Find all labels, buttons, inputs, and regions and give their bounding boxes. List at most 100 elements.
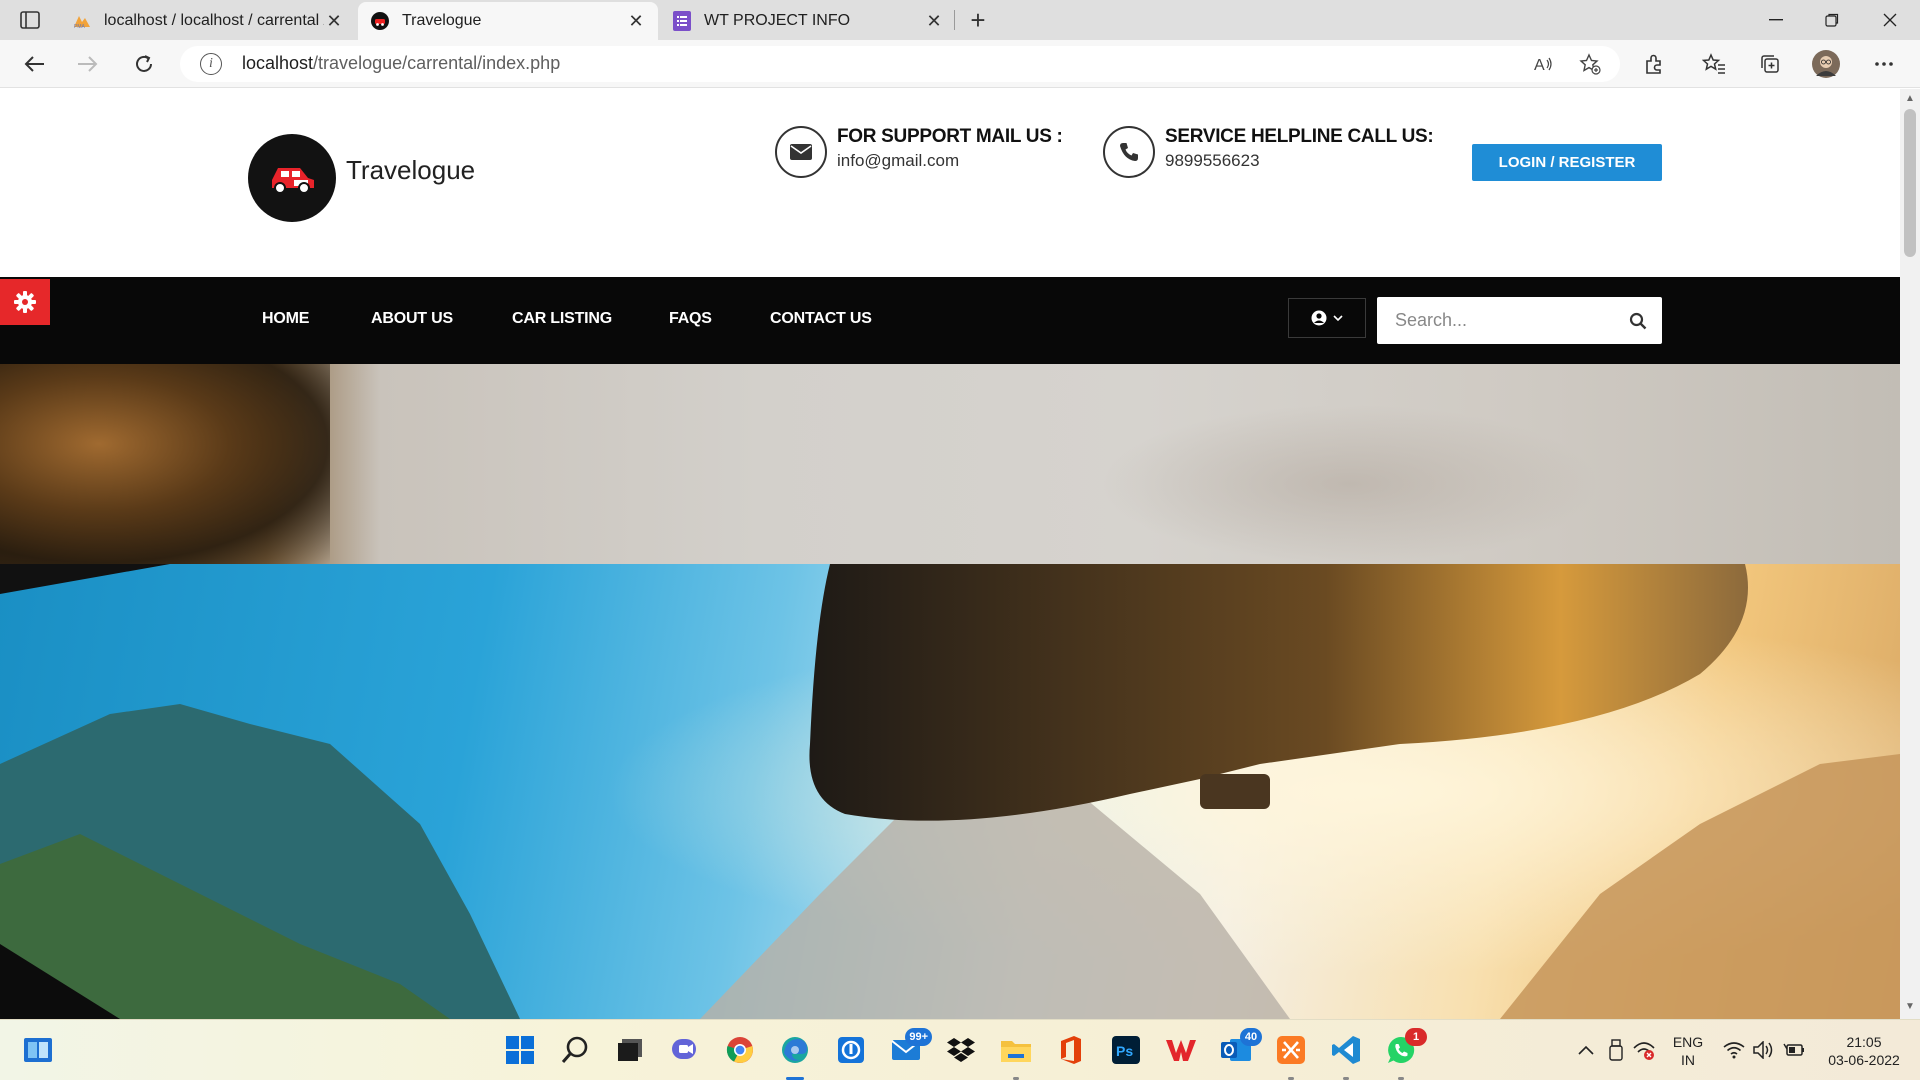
tab-divider [954,10,955,30]
app-store-icon[interactable] [835,1034,867,1066]
scrollbar-thumb[interactable] [1904,109,1916,257]
start-button[interactable] [504,1034,536,1066]
address-bar[interactable]: i localhost/travelogue/carrental/index.p… [180,46,1620,82]
user-account-dropdown[interactable] [1288,298,1366,338]
tab-title: WT PROJECT INFO [704,12,851,29]
add-favorite-icon[interactable] [1576,50,1604,78]
support-email[interactable]: info@gmail.com [837,151,959,171]
edge-icon[interactable] [779,1034,811,1080]
tab-actions-icon[interactable] [14,8,46,32]
wps-office-icon[interactable] [1165,1034,1197,1066]
region-code: IN [1681,1052,1695,1068]
site-info-icon[interactable]: i [200,53,222,75]
new-tab-button[interactable]: + [964,5,992,35]
site-brand-name[interactable]: Travelogue [346,155,475,186]
url-path: /travelogue/carrental/index.php [313,53,561,73]
read-aloud-icon[interactable]: A [1530,50,1558,78]
user-circle-icon [1311,310,1327,326]
nav-home[interactable]: HOME [262,310,309,328]
login-register-button[interactable]: LOGIN / REGISTER [1472,144,1662,181]
browser-tab-strip: PMA localhost / localhost / carrental / … [0,0,1920,40]
tab-wt-project-info[interactable]: WT PROJECT INFO ✕ [660,2,956,40]
chrome-icon[interactable] [724,1034,756,1066]
search-button[interactable] [1626,309,1650,333]
chevron-up-icon[interactable] [1570,1034,1602,1066]
page-viewport: Travelogue FOR SUPPORT MAIL US : info@gm… [0,89,1900,1019]
network-error-icon[interactable] [1628,1034,1660,1066]
dropbox-icon[interactable] [945,1034,977,1066]
tab-travelogue[interactable]: Travelogue ✕ [358,2,658,40]
mail-badge: 99+ [905,1028,932,1046]
search-icon [1629,312,1647,330]
clock-time: 21:05 [1846,1034,1882,1050]
favorites-icon[interactable] [1698,48,1730,80]
outlook-badge: 40 [1240,1028,1262,1046]
nav-contact-us[interactable]: CONTACT US [770,310,872,328]
support-heading: FOR SUPPORT MAIL US : [837,126,1063,147]
nav-faqs[interactable]: FAQS [669,310,712,328]
office-icon[interactable] [1055,1034,1087,1066]
svg-text:A: A [1534,57,1545,73]
fog-texture [1100,404,1600,564]
scroll-down-icon[interactable]: ▼ [1904,1001,1916,1013]
nav-about-us[interactable]: ABOUT US [371,310,453,328]
helpline-number[interactable]: 9899556623 [1165,151,1260,171]
close-tab-icon[interactable]: ✕ [324,11,344,31]
url-host: localhost [242,53,314,73]
minimize-button[interactable] [1748,0,1804,40]
gear-icon [14,291,36,313]
language-code: ENG [1672,1034,1704,1050]
tab-phpmyadmin[interactable]: PMA localhost / localhost / carrental / … [60,2,356,40]
page-scrollbar[interactable]: ▲ ▼ [1900,89,1920,1019]
close-window-button[interactable] [1862,0,1918,40]
car-windshield-scene [0,564,1900,1019]
browser-toolbar: i localhost/travelogue/carrental/index.p… [0,40,1920,88]
xampp-icon[interactable] [1275,1034,1307,1080]
file-explorer-icon[interactable] [1000,1034,1032,1080]
envelope-icon [775,126,827,178]
scroll-up-icon[interactable]: ▲ [1904,93,1916,105]
phpmyadmin-icon: PMA [72,11,92,31]
language-indicator[interactable]: ENG IN [1668,1033,1708,1069]
back-icon[interactable] [18,48,50,80]
reload-icon[interactable] [128,48,160,80]
settings-gear-button[interactable] [0,279,50,325]
clock[interactable]: 21:05 03-06-2022 [1818,1033,1910,1069]
close-tab-icon[interactable]: ✕ [924,11,944,31]
whatsapp-badge: 1 [1405,1028,1427,1046]
whatsapp-icon[interactable]: 1 [1385,1028,1427,1080]
svg-text:PMA: PMA [74,24,86,29]
wifi-icon[interactable] [1718,1034,1750,1066]
photoshop-icon[interactable]: Ps [1110,1034,1142,1066]
extensions-icon[interactable] [1638,48,1670,80]
nav-car-listing[interactable]: CAR LISTING [512,310,612,328]
close-tab-icon[interactable]: ✕ [626,11,646,31]
site-logo[interactable] [248,134,336,222]
helpline-heading: SERVICE HELPLINE CALL US: [1165,126,1434,147]
hero-banner-image [0,564,1900,1019]
search-input[interactable] [1377,297,1617,344]
restore-button[interactable] [1804,0,1860,40]
hero-banner-top [0,364,1900,564]
battery-icon[interactable] [1778,1034,1810,1066]
url-text[interactable]: localhost/travelogue/carrental/index.php [242,53,560,74]
windows-taskbar: 99+ Ps 40 1 ENG IN 21:05 03-06-2022 [0,1019,1920,1080]
mail-icon[interactable]: 99+ [890,1028,932,1066]
collections-icon[interactable] [1754,48,1786,80]
tab-title: localhost / localhost / carrental / [104,12,324,29]
tab-title: Travelogue [402,12,482,29]
car-logo-icon [272,168,314,194]
profile-avatar[interactable] [1810,48,1842,80]
car-logo-icon [370,11,390,31]
widgets-icon[interactable] [22,1034,54,1066]
more-menu-icon[interactable] [1868,48,1900,80]
task-view-icon[interactable] [614,1034,646,1066]
vscode-icon[interactable] [1330,1034,1362,1080]
outlook-icon[interactable]: 40 [1220,1028,1262,1066]
search-taskbar-icon[interactable] [559,1034,591,1066]
teams-chat-icon[interactable] [669,1034,701,1066]
forward-icon[interactable] [72,48,104,80]
phone-icon [1103,126,1155,178]
clock-date: 03-06-2022 [1828,1052,1900,1068]
volume-icon[interactable] [1748,1034,1780,1066]
